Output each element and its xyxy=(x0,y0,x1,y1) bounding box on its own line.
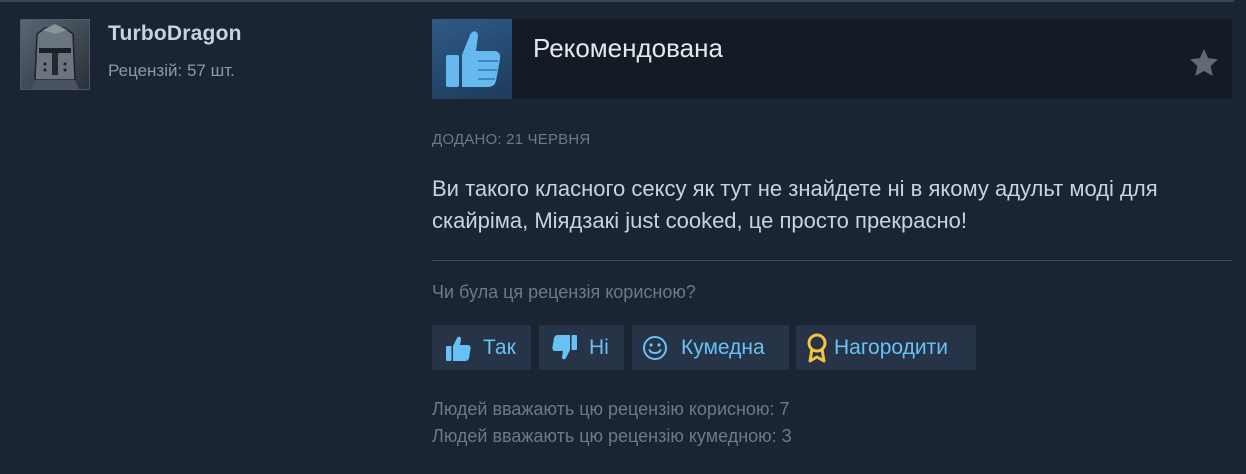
vote-yes-button[interactable]: Так xyxy=(432,325,531,370)
helpful-count: Людей вважають цю рецензію корисною: 7 xyxy=(432,399,790,419)
vote-no-button[interactable]: Ні xyxy=(539,325,624,370)
smiley-icon xyxy=(643,336,667,360)
review-stats: Людей вважають цю рецензію корисною: 7 Л… xyxy=(432,396,792,450)
vote-no-label: Ні xyxy=(589,336,609,359)
vote-funny-label: Кумедна xyxy=(681,336,765,359)
star-icon[interactable] xyxy=(1188,47,1220,79)
review-body: Ви такого класного сексу як тут не знайд… xyxy=(432,176,1158,233)
thumbs-up-icon xyxy=(446,31,501,87)
vote-yes-label: Так xyxy=(483,336,516,359)
avatar[interactable] xyxy=(20,19,90,90)
top-divider xyxy=(0,0,1234,2)
award-label: Нагородити xyxy=(834,336,948,359)
award-medal-icon xyxy=(807,333,827,363)
vote-funny-button[interactable]: Кумедна xyxy=(632,325,789,370)
funny-count: Людей вважають цю рецензію кумедною: 3 xyxy=(432,426,792,446)
award-button[interactable]: Нагородити xyxy=(796,325,976,370)
helpful-question: Чи була ця рецензія корисною? xyxy=(432,282,696,302)
date-posted: ДОДАНО: 21 ЧЕРВНЯ xyxy=(432,131,591,148)
divider xyxy=(432,260,1232,261)
thumbs-up-icon xyxy=(446,336,471,361)
recommendation-title: Рекомендована xyxy=(533,33,723,63)
knight-helmet-icon xyxy=(21,20,89,89)
review-card: TurboDragon Рецензій: 57 шт. Рекомендова… xyxy=(0,0,1246,474)
thumbs-up-badge xyxy=(432,19,512,99)
recommendation-header: Рекомендована xyxy=(432,19,1232,99)
reviewer-review-count[interactable]: Рецензій: 57 шт. xyxy=(108,61,235,81)
reviewer-name[interactable]: TurboDragon xyxy=(108,22,242,46)
thumbs-down-icon xyxy=(552,335,577,360)
